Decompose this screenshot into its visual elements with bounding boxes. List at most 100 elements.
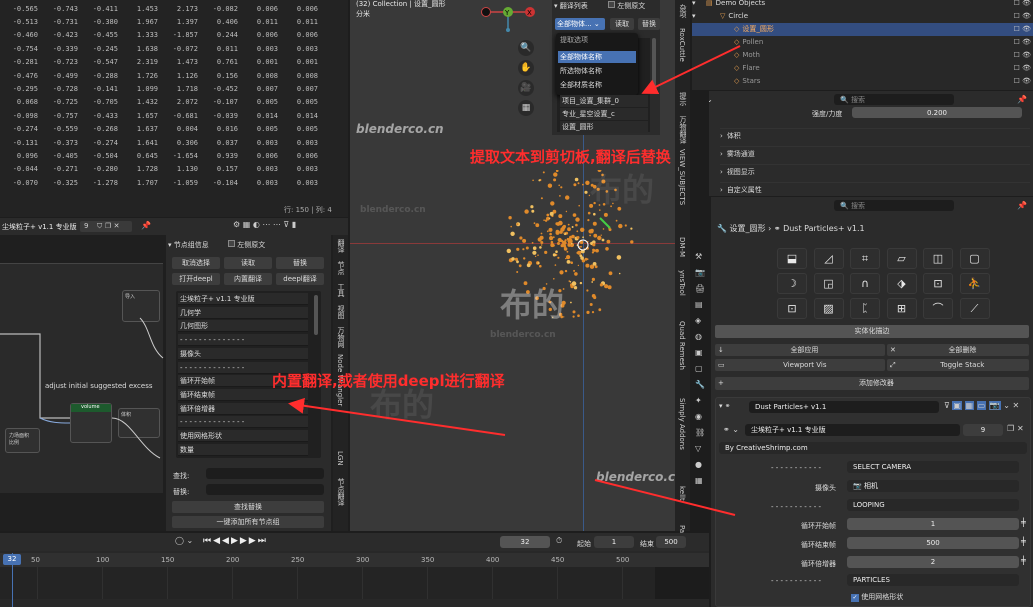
outliner-row[interactable]: ▾ ▽ Circle ☐ 👁 (692, 10, 1033, 23)
menu-item[interactable]: 全部物体名称 (558, 51, 636, 63)
translate-scrollbar[interactable] (652, 38, 656, 88)
node-group-field[interactable]: 尘埃粒子+ v1.1 专业版 (745, 424, 960, 436)
table-row[interactable]: -0.565 -0.743 -0.411 1.453 2.173 -0.082 0.006 0… (0, 2, 320, 15)
dropdown-icon[interactable]: ⌄ (1003, 401, 1010, 410)
modifier-header-icons[interactable]: ▾ ⚭ (719, 402, 731, 410)
collapse-icon[interactable]: ▾ (168, 241, 172, 249)
table-row[interactable]: -0.281 -0.723 -0.547 2.319 1.473 0.761 0.001 0.… (0, 56, 320, 69)
outliner-row[interactable]: ◇ 设置_圆形 ☐ 👁 (692, 23, 1033, 36)
apply-all-nodes-button[interactable]: 一键添加所有节点组 (172, 516, 324, 528)
node-group-users[interactable]: 9 (963, 424, 1003, 436)
node-editor-tab[interactable]: 视图 (336, 305, 346, 319)
texture-icon[interactable]: ▦ (695, 476, 703, 485)
viewport-tab[interactable]: 杂项 (678, 4, 688, 18)
property-section[interactable]: › 自定义属性 (720, 182, 1030, 197)
zoom-icon[interactable]: 🔍 (518, 40, 534, 56)
table-row[interactable]: -0.295 -0.728 -0.141 1.099 1.718 -0.452 0.007 0… (0, 82, 320, 95)
viewport-tab[interactable]: 万物翻译 (678, 116, 688, 144)
curve-icon[interactable]: ◿ (813, 248, 844, 269)
keyframe-icon-1[interactable]: ╪ (1021, 518, 1026, 527)
cut-icon[interactable]: ⬗ (886, 273, 917, 294)
list-item[interactable]: 数量 (178, 443, 308, 456)
ortho-icon[interactable]: ▦ (518, 100, 534, 116)
node-panel-button[interactable]: 打开deepl (172, 273, 220, 285)
bevel-icon[interactable]: ◲ (813, 273, 844, 294)
modifier-search[interactable]: 🔍 搜索 (834, 200, 954, 211)
arc-icon[interactable]: ☽ (777, 273, 807, 294)
list-item[interactable]: 尘埃粒子+ v1.1 专业版 (178, 293, 308, 305)
particles-icon[interactable]: ✦ (695, 396, 702, 405)
world-icon[interactable]: ◍ (695, 332, 702, 341)
figure-icon[interactable]: ⛹ (959, 273, 990, 294)
viewport-tab[interactable]: Quad Remesh (678, 321, 686, 370)
camera-field[interactable]: 📷 相机 (847, 480, 1019, 492)
table-row[interactable]: 0.068 -0.725 -0.705 1.432 2.072 -0.107 0.005 0.… (0, 96, 320, 109)
frame-icon[interactable]: ⊡ (777, 298, 807, 319)
cube-icon[interactable]: ▱ (886, 248, 917, 269)
keyframe-icon-3[interactable]: ╪ (1021, 556, 1026, 565)
render-icon[interactable]: 📷 (695, 268, 705, 277)
visibility-icons[interactable]: ☐ 👁 (1014, 49, 1031, 62)
replace-input[interactable] (206, 484, 324, 495)
constraints-icon[interactable]: ⛓ (695, 428, 705, 437)
cube-outline-icon[interactable]: ◫ (923, 248, 953, 269)
collapse-icon[interactable]: ▾ (554, 2, 558, 10)
viewport-vis-button[interactable]: ▭ Viewport Vis (715, 359, 885, 371)
mesh-icon[interactable]: ⬓ (777, 248, 807, 269)
editmode-icon[interactable]: ▣ (952, 401, 962, 410)
table-row[interactable]: -0.513 -0.731 -0.380 1.967 1.397 0.406 0.011 0.… (0, 15, 320, 28)
node-editor-tab[interactable]: 工具 (336, 283, 346, 297)
output-icon[interactable]: 🖨 (695, 284, 705, 293)
visibility-icons[interactable]: ☐ 👁 (1014, 62, 1031, 75)
read-button[interactable]: 读取 (610, 18, 634, 30)
object-icon[interactable]: ▢ (695, 364, 703, 373)
list-item[interactable]: 项目_设置_集群_0 (560, 95, 648, 107)
checkbox-icon[interactable] (228, 240, 235, 247)
viewport-tab[interactable]: Simply Addons (678, 398, 686, 450)
grid-icon[interactable]: ⊞ (886, 298, 917, 319)
fold-icon[interactable]: ᛈ (850, 298, 880, 319)
list-item[interactable]: 几何学 (178, 306, 308, 319)
current-frame-field[interactable]: 32 (500, 536, 550, 548)
menu-item[interactable]: 全部材质名称 (558, 79, 636, 91)
axis-gizmo[interactable]: Y X (478, 2, 538, 32)
modifier-toggle-icons[interactable]: ⊽ ▣ ▦ ▭ 📷 ⌄ ✕ (944, 401, 1019, 410)
list-item[interactable]: 专业_星空设置_c (560, 108, 648, 120)
apply-all-button[interactable]: ↓ 全部应用 (715, 344, 885, 356)
properties-search[interactable]: 🔍 搜索 (834, 94, 954, 105)
modifier-name-field[interactable]: Dust Particles+ v1.1 (749, 401, 939, 413)
list-item[interactable]: 使用网格形状 (178, 430, 308, 442)
modifier-pin-icon[interactable]: 📌 (1017, 201, 1027, 210)
viewport-tab[interactable]: DM-M (678, 237, 686, 257)
keyframe-icon-2[interactable]: ╪ (1021, 537, 1026, 546)
outliner-row[interactable]: ◇ Stars ☐ 👁 (692, 75, 1033, 88)
delete-all-button[interactable]: ✕ 全部删除 (887, 344, 1029, 356)
node-show-original[interactable]: 左侧原文 (228, 240, 265, 250)
menu-item[interactable]: 所选物体名称 (558, 65, 636, 77)
clock-icon[interactable]: ⏱ (556, 536, 562, 546)
table-row[interactable]: -0.131 -0.373 -0.274 1.641 0.306 0.037 0.003 0.… (0, 136, 320, 149)
use-mesh-checkbox[interactable]: ✓ 使用网格形状 (851, 592, 903, 602)
physics-icon[interactable]: ◉ (695, 412, 702, 421)
viewport-tab[interactable]: RoxCuttle (678, 28, 686, 62)
arch-icon[interactable]: ∩ (850, 273, 880, 294)
table-row[interactable]: 0.096 -0.405 -0.504 0.645 -1.654 0.939 0.006 0.… (0, 149, 320, 162)
properties-pin-icon[interactable]: 📌 (1017, 95, 1027, 104)
find-input[interactable] (206, 468, 324, 479)
node-editor-tab[interactable]: 节点 (336, 261, 346, 275)
material-icon[interactable]: ● (695, 460, 702, 469)
visibility-icons[interactable]: ☐ 👁 (1014, 10, 1031, 23)
list-item[interactable]: - - - - - - - - - - - - - - (178, 334, 308, 347)
collection-icon[interactable]: ▣ (695, 348, 703, 357)
node-editor-tab[interactable]: 节点翻译 (336, 478, 346, 506)
outliner-row[interactable]: ◇ Moth ☐ 👁 (692, 49, 1033, 62)
list-item[interactable]: - - - - - - - - - - - - - - (178, 416, 308, 429)
loop-start-field[interactable]: 1 (847, 518, 1019, 530)
node-editor-tab[interactable]: LGN (336, 451, 344, 466)
find-replace-button[interactable]: 查找替换 (172, 501, 324, 513)
close-icon[interactable]: ✕ (1017, 424, 1024, 433)
cage-icon[interactable]: ▦ (964, 401, 975, 410)
table-row[interactable]: -0.098 -0.757 -0.433 1.657 -0.681 -0.039 0.014… (0, 109, 320, 122)
playhead-badge[interactable]: 32 (3, 554, 21, 565)
list-item[interactable]: 摄像头 (178, 347, 308, 360)
